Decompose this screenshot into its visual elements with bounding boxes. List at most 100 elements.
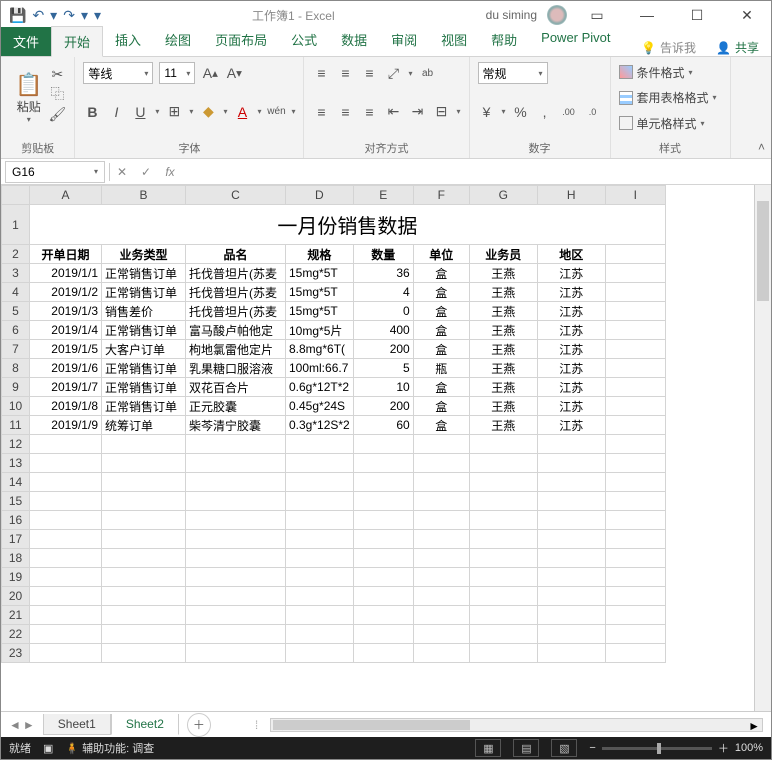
share-button[interactable]: 👤共享	[704, 39, 771, 56]
cell[interactable]: 4	[353, 283, 413, 302]
cell[interactable]: 400	[353, 321, 413, 340]
cell[interactable]: 0.3g*12S*2	[286, 416, 354, 435]
cell[interactable]: 2019/1/4	[30, 321, 102, 340]
cell[interactable]: 江苏	[537, 378, 605, 397]
cell[interactable]: 王燕	[469, 321, 537, 340]
cell[interactable]: 2019/1/6	[30, 359, 102, 378]
header-cell[interactable]: 业务员	[469, 245, 537, 264]
zoom-value[interactable]: 100%	[735, 742, 763, 754]
row-header-17[interactable]: 17	[2, 530, 30, 549]
inc-decimal-icon[interactable]: .00	[560, 103, 578, 121]
cell[interactable]: 200	[353, 397, 413, 416]
col-header-G[interactable]: G	[469, 186, 537, 205]
col-header-I[interactable]: I	[605, 186, 665, 205]
tab-插入[interactable]: 插入	[103, 25, 153, 56]
cell[interactable]: 盒	[413, 321, 469, 340]
align-bottom-icon[interactable]: ≡	[360, 64, 378, 82]
header-cell[interactable]: 规格	[286, 245, 354, 264]
cell[interactable]: 200	[353, 340, 413, 359]
tab-数据[interactable]: 数据	[329, 25, 379, 56]
row-header-6[interactable]: 6	[2, 321, 30, 340]
row-header-18[interactable]: 18	[2, 549, 30, 568]
cell[interactable]: 枸地氯雷他定片	[186, 340, 286, 359]
italic-button[interactable]: I	[107, 103, 125, 121]
cell[interactable]: 盒	[413, 283, 469, 302]
view-layout-icon[interactable]: ▤	[513, 739, 539, 757]
zoom-slider[interactable]	[602, 747, 712, 750]
percent-icon[interactable]: %	[512, 103, 530, 121]
cell[interactable]: 王燕	[469, 359, 537, 378]
cell[interactable]: 江苏	[537, 283, 605, 302]
row-header-3[interactable]: 3	[2, 264, 30, 283]
cell[interactable]: 正常销售订单	[102, 397, 186, 416]
view-normal-icon[interactable]: ▦	[475, 739, 501, 757]
dec-decimal-icon[interactable]: .0	[584, 103, 602, 121]
phonetic-icon[interactable]: wén	[267, 103, 285, 121]
cell[interactable]: 王燕	[469, 397, 537, 416]
cell[interactable]: 2019/1/3	[30, 302, 102, 321]
tab-绘图[interactable]: 绘图	[153, 25, 203, 56]
col-header-B[interactable]: B	[102, 186, 186, 205]
cell[interactable]: 王燕	[469, 340, 537, 359]
indent-right-icon[interactable]: ⇥	[408, 103, 426, 121]
cell[interactable]: 正常销售订单	[102, 378, 186, 397]
cell[interactable]: 王燕	[469, 378, 537, 397]
sheet-tab-Sheet2[interactable]: Sheet2	[111, 714, 179, 735]
cell[interactable]: 36	[353, 264, 413, 283]
select-all[interactable]	[2, 186, 30, 205]
cell[interactable]: 盒	[413, 302, 469, 321]
cell[interactable]: 正元胶囊	[186, 397, 286, 416]
cell[interactable]: 2019/1/8	[30, 397, 102, 416]
fx-icon[interactable]: fx	[158, 165, 182, 179]
cell[interactable]: 2019/1/9	[30, 416, 102, 435]
cell[interactable]: 2019/1/2	[30, 283, 102, 302]
format-table-button[interactable]: 套用表格格式 ▾	[619, 87, 722, 109]
comma-icon[interactable]: ,	[536, 103, 554, 121]
cell[interactable]: 2019/1/5	[30, 340, 102, 359]
align-right-icon[interactable]: ≡	[360, 103, 378, 121]
sheet-tab-Sheet1[interactable]: Sheet1	[43, 714, 111, 735]
font-name[interactable]: 等线▾	[83, 62, 153, 84]
cell[interactable]: 江苏	[537, 340, 605, 359]
merge-icon[interactable]: ⊟	[432, 103, 450, 121]
cell[interactable]: 柴芩清宁胶囊	[186, 416, 286, 435]
font-color-icon[interactable]: A	[233, 103, 251, 121]
view-pagebreak-icon[interactable]: ▧	[551, 739, 577, 757]
cell[interactable]: 托伐普坦片(苏麦	[186, 302, 286, 321]
close-icon[interactable]: ✕	[727, 1, 767, 29]
zoom-out-icon[interactable]: −	[589, 742, 595, 754]
cell[interactable]: 王燕	[469, 264, 537, 283]
maximize-icon[interactable]: ☐	[677, 1, 717, 29]
col-header-F[interactable]: F	[413, 186, 469, 205]
cell[interactable]: 正常销售订单	[102, 359, 186, 378]
tab-审阅[interactable]: 审阅	[379, 25, 429, 56]
redo-icon[interactable]: ↷	[63, 7, 75, 24]
row-header-15[interactable]: 15	[2, 492, 30, 511]
col-header-A[interactable]: A	[30, 186, 102, 205]
row-header-7[interactable]: 7	[2, 340, 30, 359]
bold-button[interactable]: B	[83, 103, 101, 121]
cell[interactable]: 王燕	[469, 302, 537, 321]
cell[interactable]: 盒	[413, 378, 469, 397]
sheet-next-icon[interactable]: ►	[23, 718, 35, 732]
cell-styles-button[interactable]: 单元格样式 ▾	[619, 112, 722, 134]
cell[interactable]: 江苏	[537, 321, 605, 340]
row-header-8[interactable]: 8	[2, 359, 30, 378]
cell[interactable]: 15mg*5T	[286, 264, 354, 283]
formula-input[interactable]	[182, 161, 771, 183]
align-middle-icon[interactable]: ≡	[336, 64, 354, 82]
save-icon[interactable]: 💾	[9, 7, 26, 24]
row-header-23[interactable]: 23	[2, 644, 30, 663]
font-size[interactable]: 11▾	[159, 62, 195, 84]
cell[interactable]: 大客户订单	[102, 340, 186, 359]
tab-公式[interactable]: 公式	[279, 25, 329, 56]
cell[interactable]: 江苏	[537, 264, 605, 283]
header-cell[interactable]: 地区	[537, 245, 605, 264]
vertical-scrollbar[interactable]	[754, 185, 771, 711]
row-header-4[interactable]: 4	[2, 283, 30, 302]
cell[interactable]: 0.6g*12T*2	[286, 378, 354, 397]
wrap-text-icon[interactable]: ab	[419, 64, 437, 82]
row-header-13[interactable]: 13	[2, 454, 30, 473]
redo-more[interactable]: ▾	[81, 7, 88, 24]
col-header-E[interactable]: E	[353, 186, 413, 205]
